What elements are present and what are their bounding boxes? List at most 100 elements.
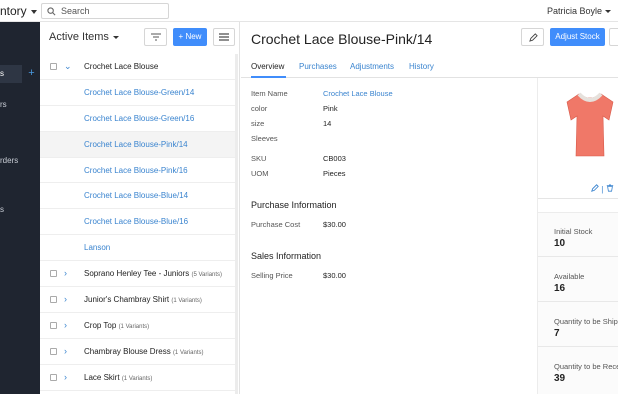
filter-icon: [151, 33, 161, 41]
stock-value: 10: [554, 238, 566, 249]
list-item[interactable]: › Lace Skirt (1 Variants): [40, 365, 238, 391]
variant-count: (1 Variants): [121, 375, 153, 382]
item-name: Chambray Blouse Dress (1 Variants): [84, 347, 204, 356]
field-label: color: [251, 104, 268, 113]
stock-label: Quantity to be Shipped: [554, 317, 618, 326]
stock-to-receive: Quantity to be Received 39: [538, 348, 618, 394]
sidebar-item-items[interactable]: s: [0, 65, 22, 83]
list-item[interactable]: Crochet Lace Blouse-Pink/16: [40, 158, 238, 184]
detail-tabs: Overview Purchases Adjustments History: [241, 52, 618, 78]
sales-info-heading: Sales Information: [251, 251, 322, 261]
app-switcher[interactable]: ntory: [0, 4, 37, 18]
item-name: Crochet Lace Blouse-Pink/14: [84, 139, 188, 149]
tab-adjustments[interactable]: Adjustments: [350, 62, 394, 71]
list-item[interactable]: › Junior's Chambray Shirt (1 Variants): [40, 287, 238, 313]
list-item-selected[interactable]: Crochet Lace Blouse-Pink/14: [40, 131, 238, 158]
list-item[interactable]: Crochet Lace Blouse-Blue/14: [40, 183, 238, 210]
row-checkbox[interactable]: [50, 63, 57, 70]
pencil-icon[interactable]: [591, 184, 599, 192]
row-checkbox[interactable]: [50, 347, 57, 355]
new-item-button[interactable]: + New: [173, 28, 207, 46]
list-item[interactable]: Crochet Lace Blouse-Blue/16: [40, 209, 238, 236]
chevron-down-icon[interactable]: ⌄: [64, 61, 72, 71]
item-name: Crop Top (1 Variants): [84, 321, 149, 330]
list-item[interactable]: › Crop Top (1 Variants): [40, 313, 238, 339]
chevron-right-icon[interactable]: ›: [64, 372, 67, 382]
list-item[interactable]: › Chambray Blouse Dress (1 Variants): [40, 339, 238, 365]
item-name: Crochet Lace Blouse-Blue/14: [84, 191, 189, 201]
tab-purchases[interactable]: Purchases: [299, 62, 337, 71]
tab-overview[interactable]: Overview: [251, 62, 284, 71]
sidebar-item-purchase-orders[interactable]: rders: [0, 156, 18, 165]
item-name: Lace Skirt (1 Variants): [84, 373, 152, 382]
stock-value: 39: [554, 373, 566, 384]
chevron-down-icon: [30, 9, 37, 14]
search-input[interactable]: [61, 4, 165, 18]
list-title: Active Items: [49, 31, 109, 43]
tab-history[interactable]: History: [409, 62, 434, 71]
stock-label: Initial Stock: [554, 227, 593, 236]
stock-initial: Initial Stock 10: [538, 213, 618, 257]
more-menu-button[interactable]: [213, 28, 235, 46]
item-name-text: Lace Skirt: [84, 372, 120, 382]
new-button-label: New: [185, 32, 202, 41]
field-value: $30.00: [323, 271, 346, 280]
stock-value: 16: [554, 283, 566, 294]
sidebar-item-label: s: [0, 69, 4, 78]
product-image-panel: |: [538, 78, 618, 199]
field-label: Item Name: [251, 89, 288, 98]
sidebar-item-orders[interactable]: rs: [0, 100, 7, 109]
search-box[interactable]: [41, 3, 169, 19]
list-item[interactable]: › Soprano Henley Tee - Juniors (5 Varian…: [40, 261, 238, 288]
item-name: Crochet Lace Blouse-Green/16: [84, 113, 195, 123]
add-item-plus-icon[interactable]: +: [25, 66, 38, 80]
user-menu[interactable]: Patricia Boyle: [547, 6, 612, 16]
purchase-info-heading: Purchase Information: [251, 200, 337, 210]
chevron-right-icon[interactable]: ›: [64, 294, 67, 304]
variant-count: (1 Variants): [172, 349, 204, 356]
plus-icon: +: [178, 32, 184, 41]
field-label: Sleeves: [251, 134, 278, 143]
sidebar-item-reports[interactable]: s: [0, 205, 4, 214]
sidebar-item-label: rs: [0, 100, 7, 109]
field-label: size: [251, 119, 265, 128]
field-value: CB003: [323, 154, 346, 163]
chevron-right-icon[interactable]: ›: [64, 268, 67, 278]
item-name: Junior's Chambray Shirt (1 Variants): [84, 295, 202, 304]
user-name: Patricia Boyle: [547, 6, 603, 16]
variant-count: (5 Variants): [191, 272, 223, 279]
active-tab-indicator: [251, 76, 286, 78]
list-item[interactable]: Crochet Lace Blouse-Green/16: [40, 106, 238, 132]
row-checkbox[interactable]: [50, 296, 57, 304]
main-sidebar: s + rs rders s: [0, 22, 40, 394]
field-label: Selling Price: [251, 271, 293, 280]
pencil-icon: [529, 33, 538, 42]
row-checkbox[interactable]: [50, 373, 57, 381]
list-item[interactable]: ⌄ Crochet Lace Blouse: [40, 54, 238, 80]
field-value: Pink: [323, 104, 338, 113]
product-image[interactable]: [565, 90, 615, 160]
more-button[interactable]: [609, 28, 618, 46]
chevron-down-icon: [605, 10, 612, 14]
item-name-text: Chambray Blouse Dress: [84, 346, 171, 356]
adjust-stock-button[interactable]: Adjust Stock: [550, 28, 605, 46]
list-item[interactable]: Crochet Lace Blouse-Green/14: [40, 80, 238, 106]
item-name-link[interactable]: Crochet Lace Blouse: [323, 89, 393, 98]
list-item[interactable]: Lanson: [40, 235, 238, 262]
chevron-right-icon[interactable]: ›: [64, 320, 67, 330]
trash-icon[interactable]: [606, 184, 614, 192]
sidebar-item-label: s: [0, 205, 4, 214]
edit-button[interactable]: [521, 28, 544, 46]
list-view-selector[interactable]: Active Items: [49, 31, 119, 43]
row-checkbox[interactable]: [50, 321, 57, 329]
field-label: UOM: [251, 169, 269, 178]
app-title: ntory: [0, 4, 27, 18]
row-checkbox[interactable]: [50, 270, 57, 278]
list-scrollbar[interactable]: [235, 54, 238, 394]
filter-button[interactable]: [144, 28, 167, 46]
top-bar: ntory Patricia Boyle: [0, 0, 618, 22]
field-label: Purchase Cost: [251, 220, 301, 229]
chevron-right-icon[interactable]: ›: [64, 346, 67, 356]
item-name: Lanson: [84, 243, 111, 253]
item-list-panel: Active Items + New ⌄ Crochet Lace Blouse: [40, 22, 240, 394]
